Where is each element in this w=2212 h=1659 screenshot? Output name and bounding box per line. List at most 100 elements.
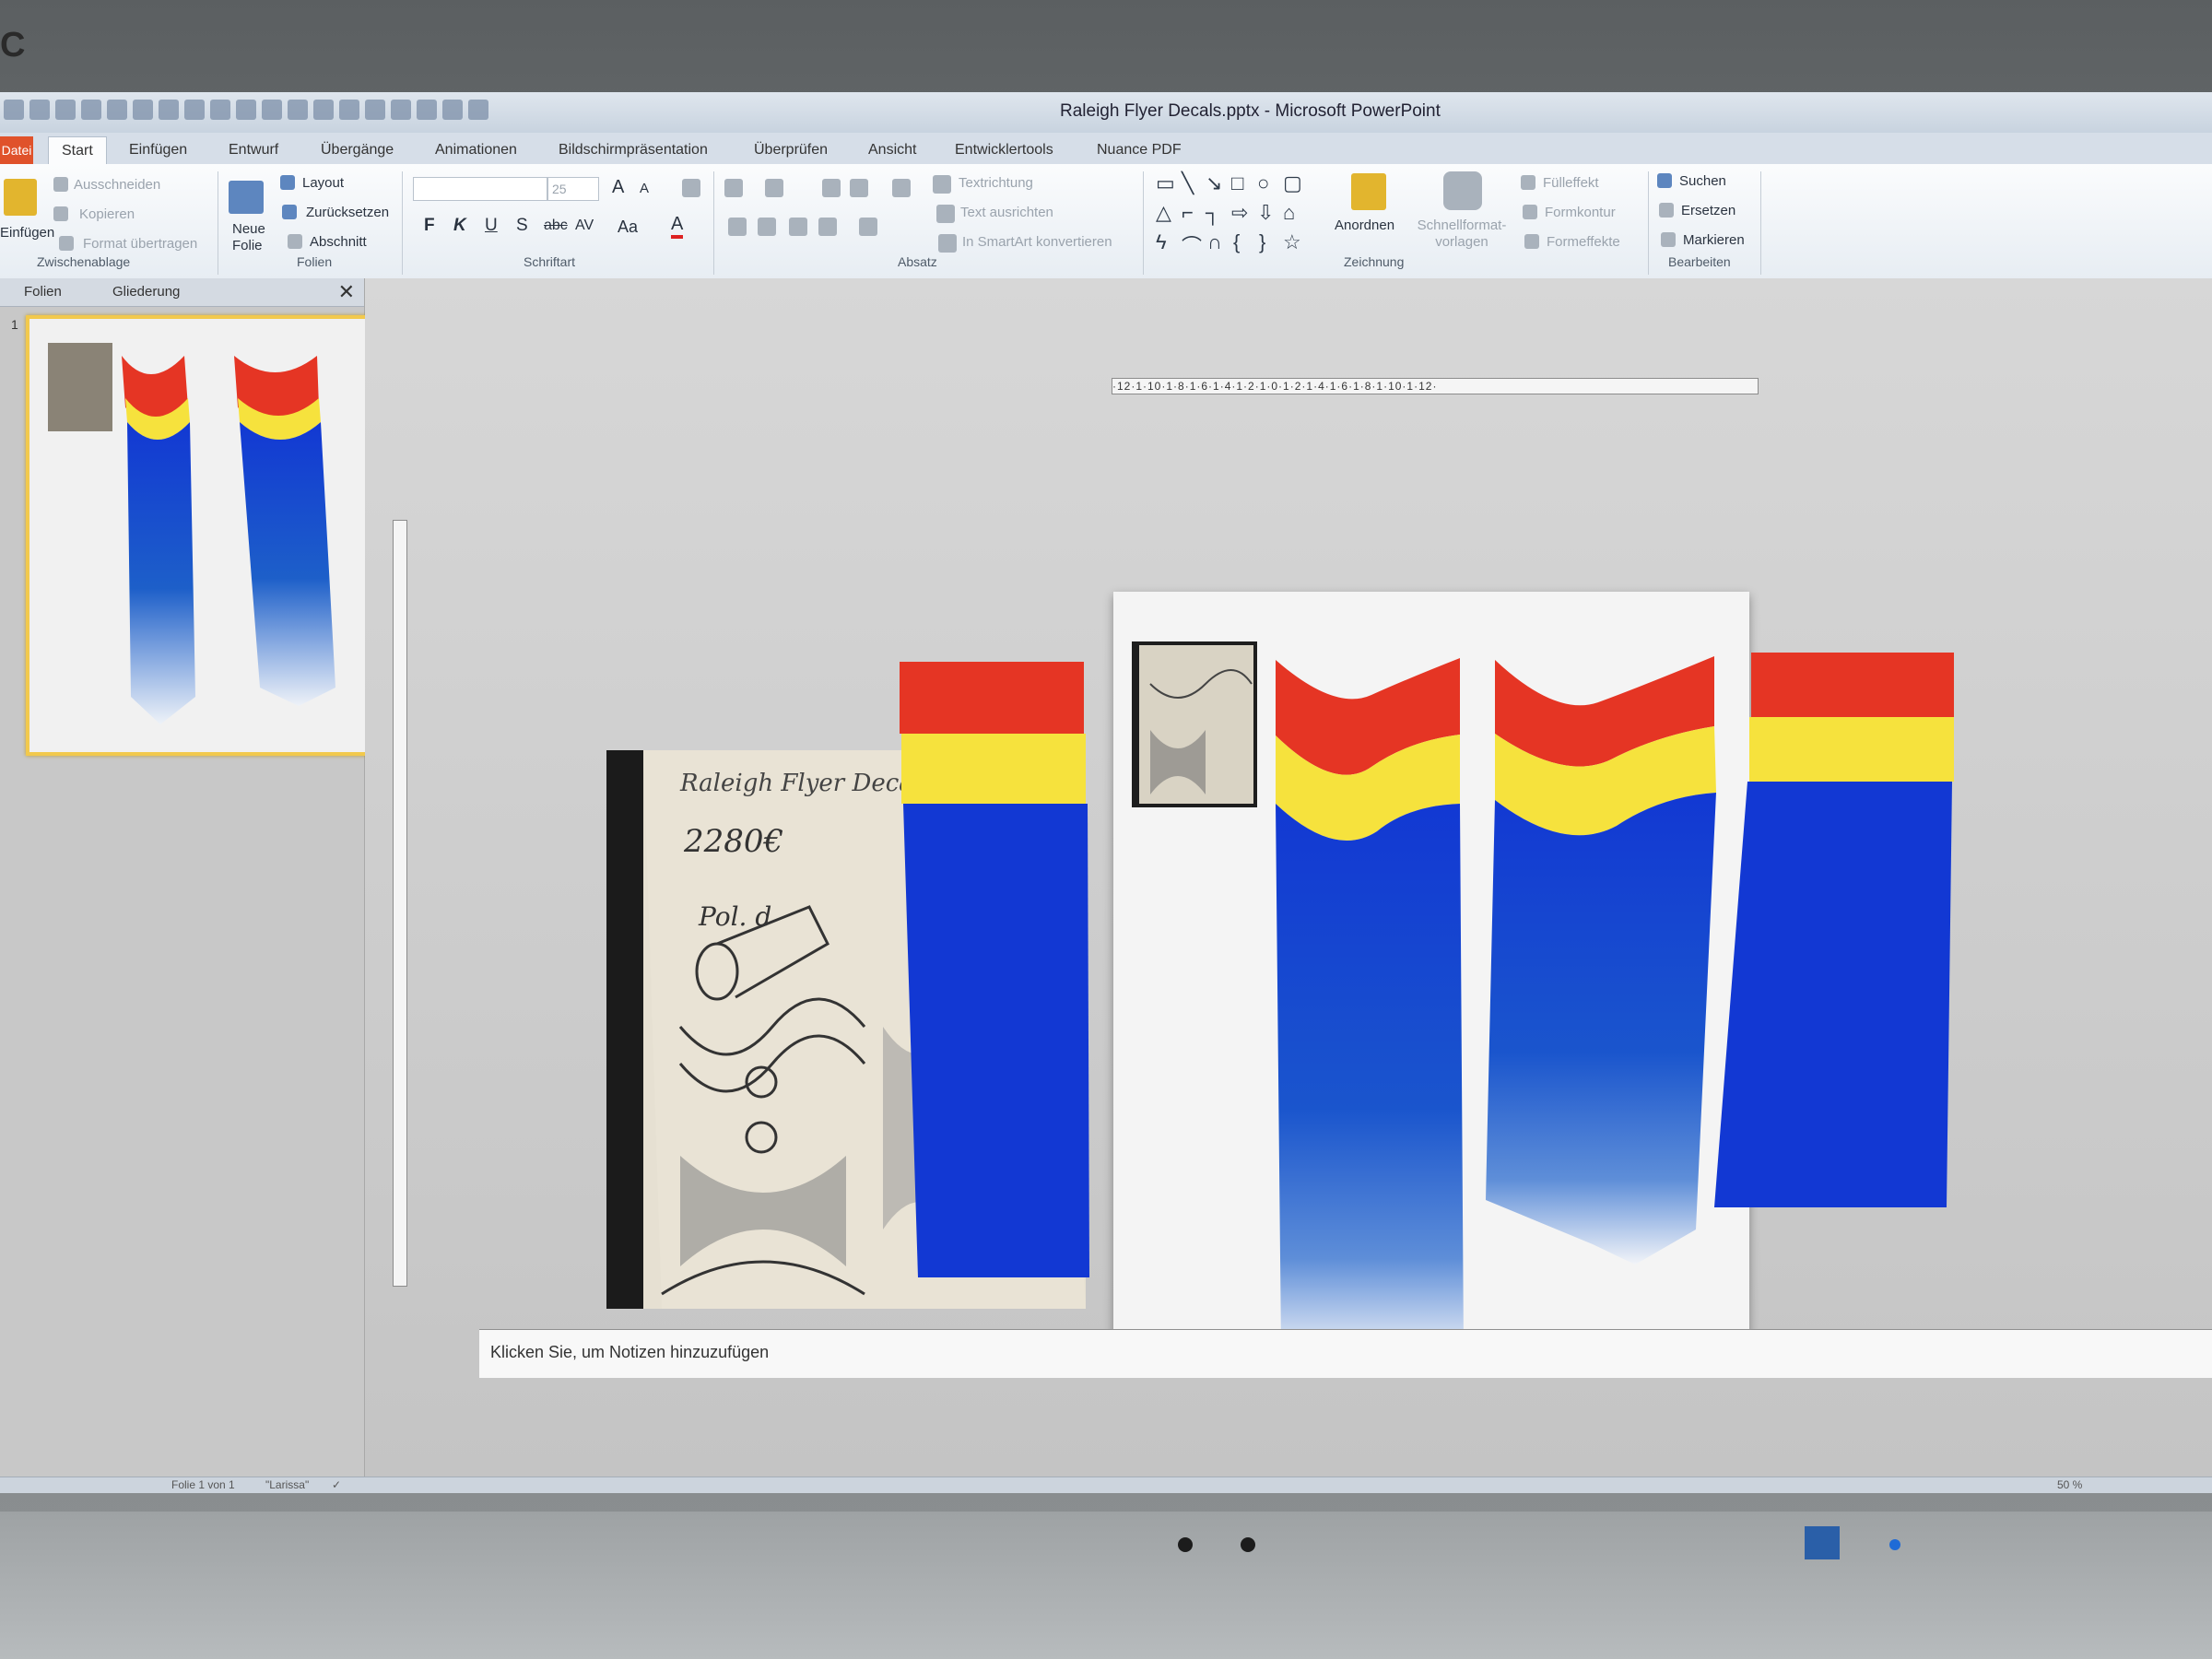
tab-insert[interactable]: Einfügen: [129, 142, 187, 159]
section-button[interactable]: Abschnitt: [310, 234, 367, 250]
decrease-indent-icon[interactable]: [822, 179, 841, 197]
block-arrow-right-shape-icon[interactable]: ⇨: [1231, 201, 1248, 225]
font-size-input[interactable]: 25: [547, 177, 599, 201]
picture-icon[interactable]: [417, 100, 437, 120]
quick-styles-icon[interactable]: [1443, 171, 1482, 210]
tab-review[interactable]: Überprüfen: [754, 142, 828, 159]
flat-stripe-left[interactable]: [900, 662, 1089, 1277]
tab-animations[interactable]: Animationen: [435, 142, 517, 159]
shape-effects-button[interactable]: Formeffekte: [1547, 234, 1620, 250]
image-icon[interactable]: [159, 100, 179, 120]
tab-file[interactable]: Datei: [0, 136, 33, 164]
brace-left-shape-icon[interactable]: {: [1233, 230, 1240, 254]
strikethrough-button[interactable]: abc: [544, 218, 568, 234]
freeform-shape-icon[interactable]: ⌂: [1283, 201, 1295, 225]
zoom-level[interactable]: 50 %: [2057, 1478, 2082, 1491]
table-icon[interactable]: [313, 100, 334, 120]
rounded-rect-shape-icon[interactable]: ▢: [1283, 171, 1302, 195]
slide-thumbnail[interactable]: [26, 315, 411, 756]
arrange-icon[interactable]: [1351, 173, 1386, 210]
brace-right-shape-icon[interactable]: }: [1259, 230, 1265, 254]
star-shape-icon[interactable]: ☆: [1283, 230, 1301, 254]
new-slide-button[interactable]: Neue Folie: [232, 221, 278, 254]
align-center-icon[interactable]: [758, 218, 776, 236]
tab-view[interactable]: Ansicht: [868, 142, 916, 159]
slide-canvas[interactable]: [1113, 592, 1749, 1359]
flat-stripe-right[interactable]: [1714, 653, 1954, 1207]
oval-shape-icon[interactable]: ○: [1257, 171, 1269, 195]
numbering-icon[interactable]: [765, 179, 783, 197]
connector-shape-icon[interactable]: ⌐: [1182, 201, 1194, 225]
copy-button[interactable]: Kopieren: [79, 206, 135, 222]
block-arrow-down-shape-icon[interactable]: ⇩: [1257, 201, 1274, 225]
find-button[interactable]: Suchen: [1679, 173, 1726, 189]
format-painter-button[interactable]: Format übertragen: [83, 236, 197, 252]
spellcheck-icon[interactable]: ✓: [332, 1478, 341, 1491]
line-spacing-icon[interactable]: [892, 179, 911, 197]
align-left-icon[interactable]: [728, 218, 747, 236]
triangle-shape-icon[interactable]: △: [1156, 201, 1171, 225]
arc-shape-icon[interactable]: ∩: [1207, 230, 1222, 254]
line-shape-icon[interactable]: ╲: [1182, 171, 1194, 195]
replace-button[interactable]: Ersetzen: [1681, 203, 1735, 218]
bold-button[interactable]: F: [424, 216, 435, 236]
font-name-input[interactable]: [413, 177, 547, 201]
curve-shape-icon[interactable]: ⌒: [1182, 230, 1202, 260]
distribute-icon[interactable]: [339, 100, 359, 120]
tab-slideshow[interactable]: Bildschirmpräsentation: [559, 142, 708, 159]
tab-design[interactable]: Entwurf: [229, 142, 278, 159]
crop-icon[interactable]: [442, 100, 463, 120]
monitor-button[interactable]: [1241, 1537, 1255, 1552]
text-direction-button[interactable]: Textrichtung: [959, 175, 1033, 191]
tab-slides[interactable]: Folien: [24, 284, 62, 300]
group-icon[interactable]: [365, 100, 385, 120]
shadow-button[interactable]: S: [516, 216, 528, 236]
increase-indent-icon[interactable]: [850, 179, 868, 197]
save-icon[interactable]: [81, 100, 101, 120]
print-icon[interactable]: [133, 100, 153, 120]
columns-icon[interactable]: [859, 218, 877, 236]
underline-button[interactable]: U: [485, 216, 498, 236]
reset-button[interactable]: Zurücksetzen: [306, 205, 389, 220]
justify-icon[interactable]: [818, 218, 837, 236]
elbow-shape-icon[interactable]: ┐: [1206, 201, 1220, 225]
tab-nuance-pdf[interactable]: Nuance PDF: [1097, 142, 1182, 159]
align-left-icon[interactable]: [184, 100, 205, 120]
cut-button[interactable]: Ausschneiden: [74, 177, 160, 193]
char-spacing-button[interactable]: AV: [575, 218, 594, 234]
arrow-right-icon[interactable]: [236, 100, 256, 120]
folder-icon[interactable]: [391, 100, 411, 120]
change-case-button[interactable]: Aa: [618, 218, 638, 237]
tab-outline[interactable]: Gliederung: [112, 284, 180, 300]
new-file-icon[interactable]: [55, 100, 76, 120]
open-icon[interactable]: [107, 100, 127, 120]
align-right-icon[interactable]: [210, 100, 230, 120]
arrow-line-shape-icon[interactable]: ↘: [1206, 171, 1222, 195]
paste-button[interactable]: Einfügen: [0, 225, 54, 241]
undo-icon[interactable]: [4, 100, 24, 120]
align-right-icon[interactable]: [789, 218, 807, 236]
bullets-icon[interactable]: [724, 179, 743, 197]
notes-pane[interactable]: Klicken Sie, um Notizen hinzuzufügen: [479, 1329, 2212, 1378]
shape-fill-button[interactable]: Fülleffekt: [1543, 175, 1599, 191]
tab-developer[interactable]: Entwicklertools: [955, 142, 1053, 159]
decal-left[interactable]: [1276, 658, 1464, 1359]
align-text-button[interactable]: Text ausrichten: [960, 205, 1053, 220]
smartart-button[interactable]: In SmartArt konvertieren: [962, 234, 1112, 250]
shrink-font-button[interactable]: A: [640, 181, 649, 196]
shape-outline-button[interactable]: Formkontur: [1545, 205, 1616, 220]
arrange-button[interactable]: Anordnen: [1335, 218, 1394, 233]
textbox-shape-icon[interactable]: ▭: [1156, 171, 1175, 195]
customize-qat-icon[interactable]: [468, 100, 488, 120]
quick-styles-button[interactable]: Schnellformat-vorlagen: [1410, 218, 1513, 251]
grow-font-button[interactable]: A: [612, 177, 624, 198]
decal-right[interactable]: [1486, 656, 1716, 1265]
paste-icon[interactable]: [4, 179, 37, 216]
chart-icon[interactable]: [288, 100, 308, 120]
layout-button[interactable]: Layout: [302, 175, 344, 191]
select-button[interactable]: Markieren: [1683, 232, 1745, 248]
arrow-down-icon[interactable]: [262, 100, 282, 120]
new-slide-icon[interactable]: [229, 181, 264, 214]
rectangle-shape-icon[interactable]: □: [1231, 171, 1243, 195]
close-icon[interactable]: ✕: [338, 280, 355, 304]
